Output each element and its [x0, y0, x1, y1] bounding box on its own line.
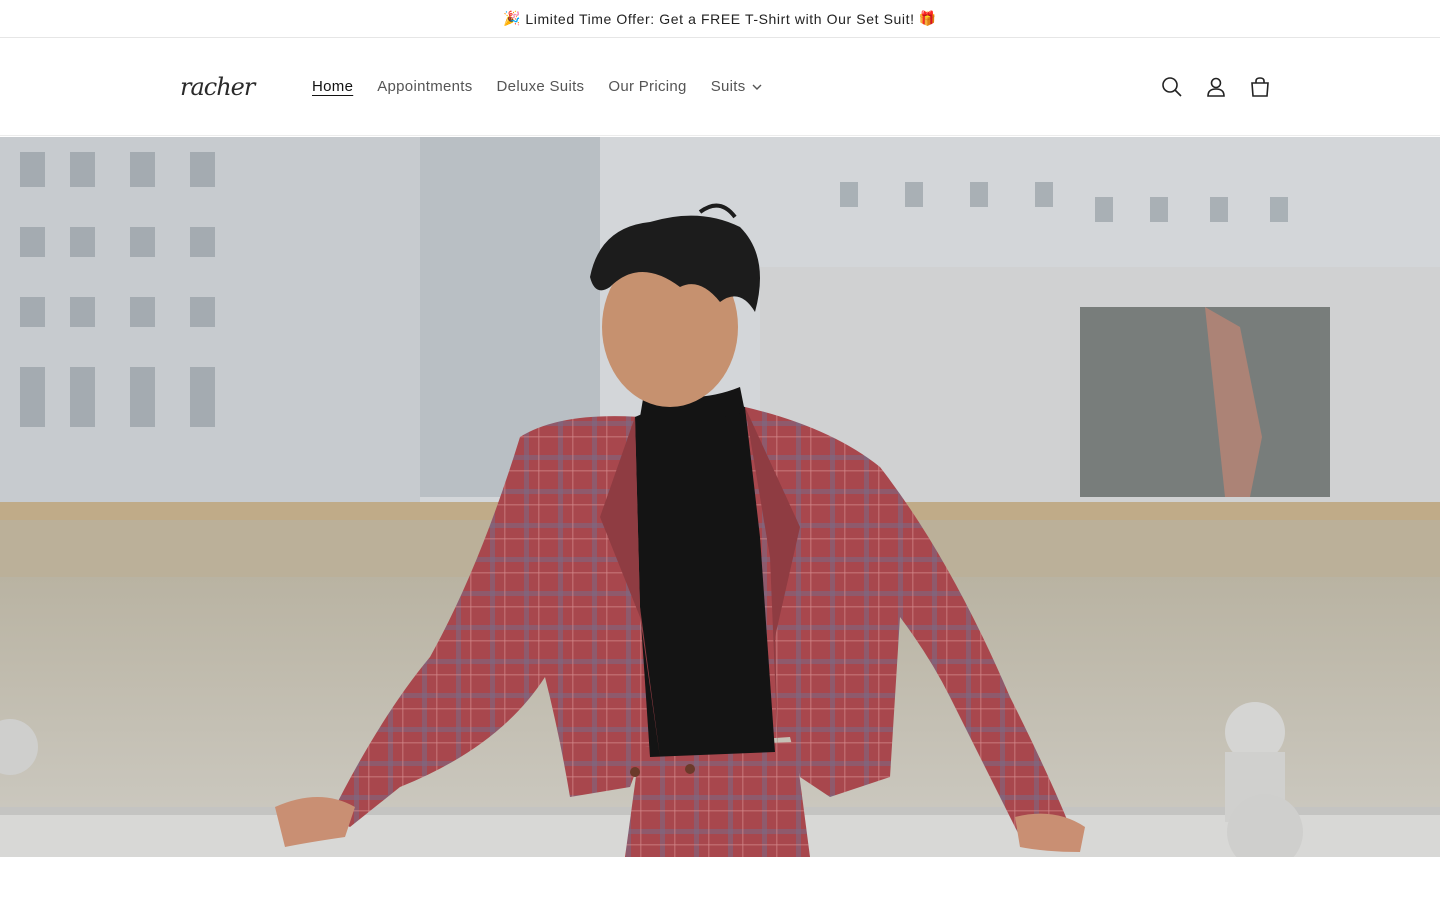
- site-header: racher Home Appointments Deluxe Suits Ou…: [0, 38, 1440, 136]
- nav-suits-label: Suits: [710, 78, 746, 95]
- nav-home[interactable]: Home: [300, 78, 365, 95]
- below-hero-space: [0, 857, 1440, 900]
- hero-banner[interactable]: [0, 137, 1440, 857]
- announcement-text: Limited Time Offer: Get a FREE T-Shirt w…: [525, 10, 915, 27]
- search-icon[interactable]: [1160, 75, 1184, 99]
- cart-icon[interactable]: [1248, 75, 1272, 99]
- account-icon[interactable]: [1204, 75, 1228, 99]
- nav-our-pricing[interactable]: Our Pricing: [596, 78, 698, 95]
- logo[interactable]: racher: [180, 73, 300, 101]
- header-icons: [1160, 75, 1272, 99]
- nav-appointments[interactable]: Appointments: [365, 78, 484, 95]
- nav-suits[interactable]: Suits: [699, 78, 774, 95]
- announcement-bar: 🎉 Limited Time Offer: Get a FREE T-Shirt…: [0, 0, 1440, 38]
- chevron-down-icon: [752, 84, 762, 90]
- nav-deluxe-suits[interactable]: Deluxe Suits: [485, 78, 597, 95]
- hero-image: [0, 137, 1440, 857]
- party-icon: 🎉: [503, 10, 522, 26]
- gift-icon: 🎁: [918, 10, 937, 26]
- main-nav: Home Appointments Deluxe Suits Our Prici…: [300, 78, 1160, 95]
